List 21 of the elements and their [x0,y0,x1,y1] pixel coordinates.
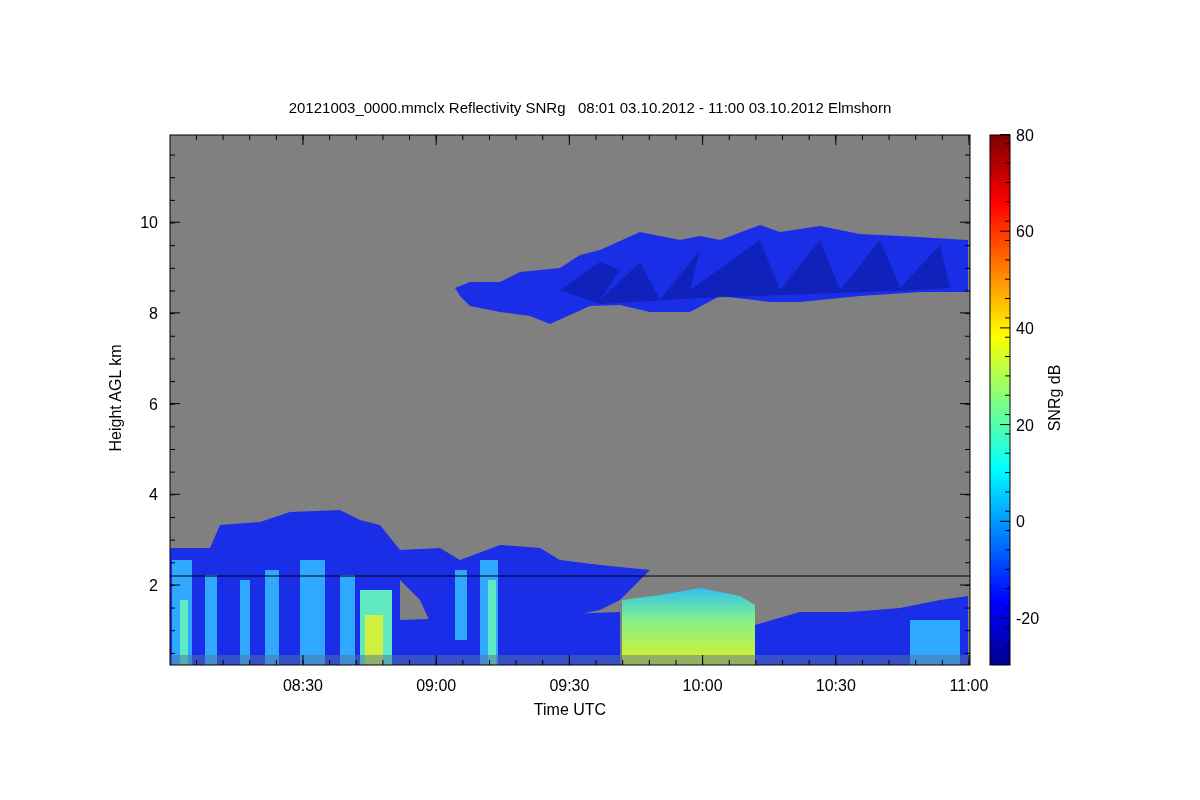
tick-label: -20 [1016,610,1040,627]
tick-label: 4 [149,486,158,504]
tick-label: 80 [1016,126,1034,144]
tick-label: 2 [149,577,158,594]
tick-label: 40 [1016,319,1034,337]
tick-label: 09:30 [549,677,590,694]
tick-label: 20 [1016,416,1034,434]
tick-label: 09:00 [416,677,457,694]
tick-label: 10 [140,214,158,232]
chart-title: 20121003_0000.mmclx Reflectivity SNRg 08:01 03.10.2012 - 11:00 03.10.2012 Elmshorn [288,99,892,116]
tick-label: 08:30 [283,677,323,694]
axis-label: Time UTC [533,701,607,718]
tick-label: 10:30 [815,677,856,694]
tick-label: 10:00 [682,677,723,694]
tick-label: 0 [1016,513,1025,531]
tick-label: 60 [1016,223,1034,241]
colorbar-label: SNRg dB [1046,364,1063,432]
axis-label: Height AGL km [107,344,124,452]
tick-label: 8 [149,304,158,322]
tick-label: 6 [149,395,158,413]
tick-label: 11:00 [949,677,989,694]
